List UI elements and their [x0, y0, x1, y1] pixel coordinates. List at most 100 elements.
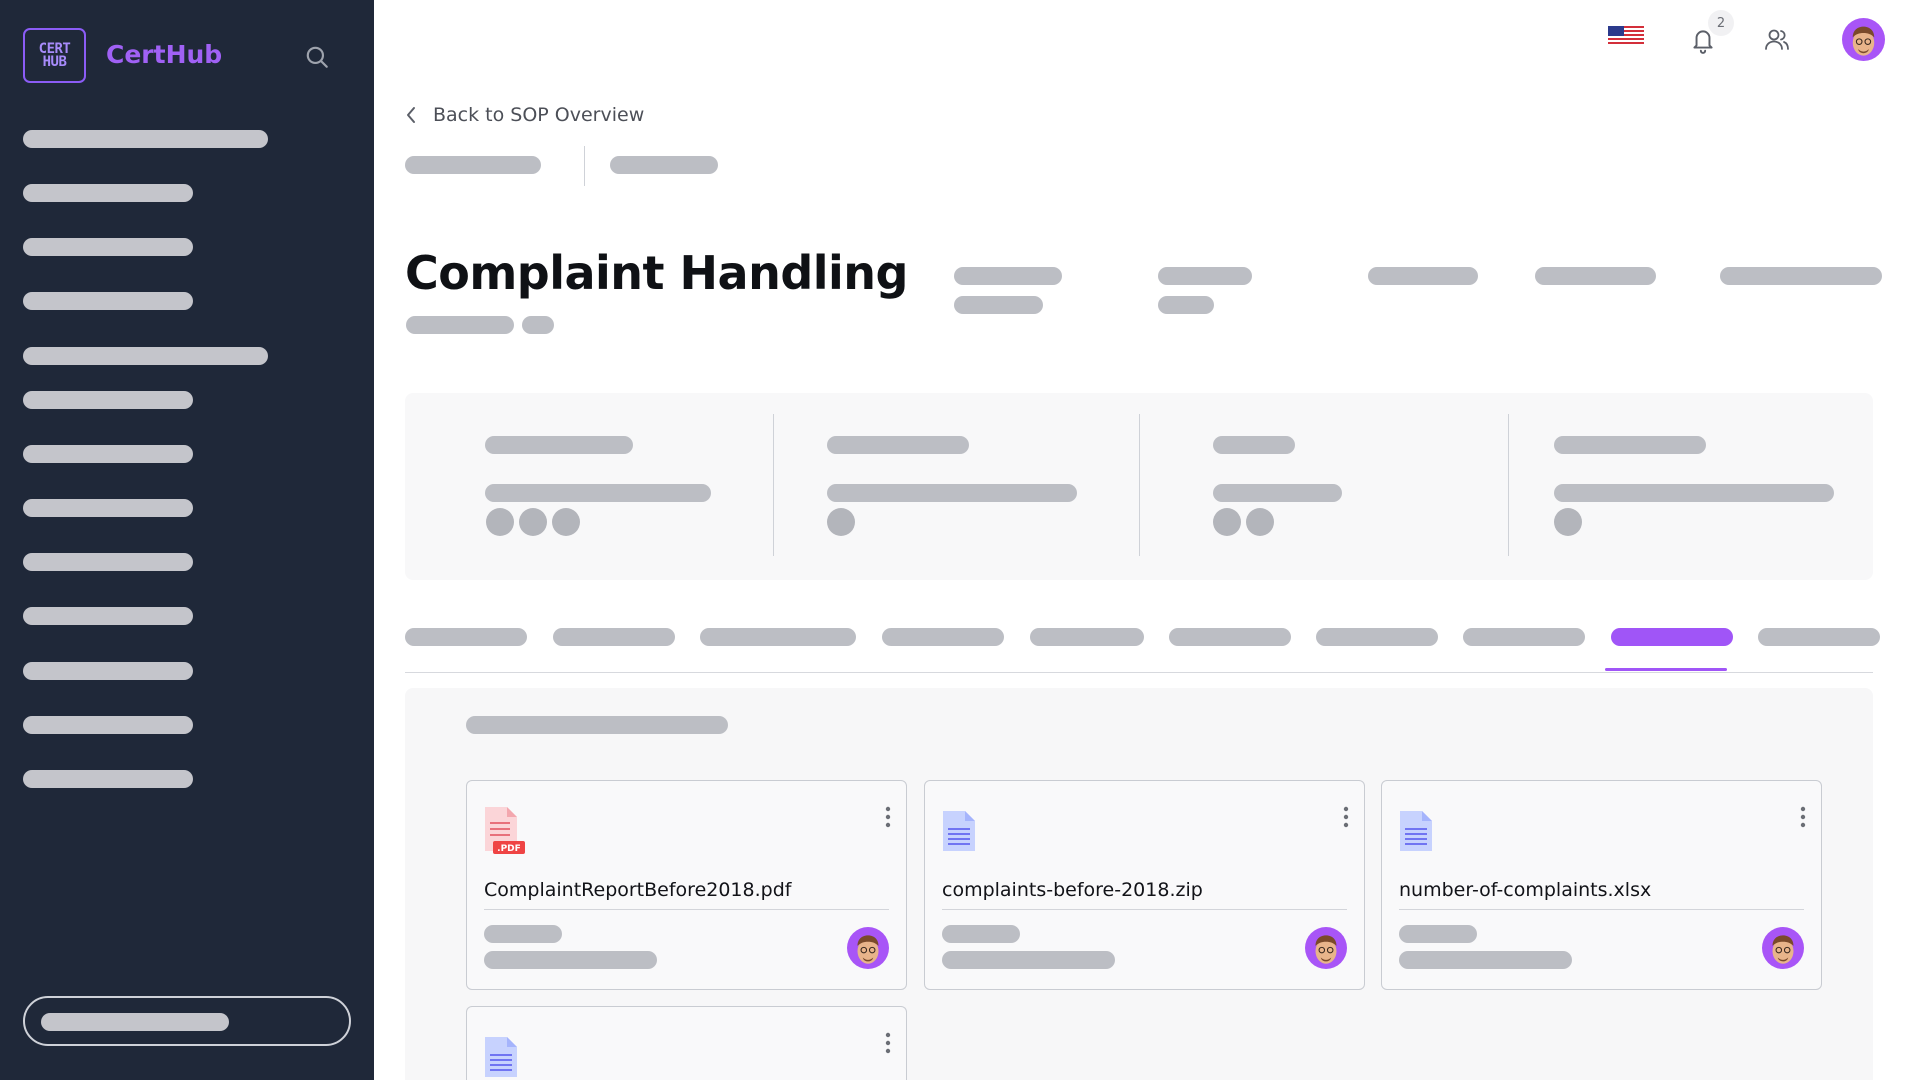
sidebar-item-6[interactable]	[23, 391, 193, 409]
sidebar-item-8[interactable]	[23, 499, 193, 517]
stat2-value	[827, 484, 1077, 502]
uploader-avatar[interactable]	[847, 927, 889, 969]
sidebar-footer-button[interactable]	[23, 996, 351, 1046]
logo-text-bottom: HUB	[42, 53, 67, 70]
stats-divider-2	[1139, 414, 1140, 556]
more-options-icon[interactable]	[884, 1031, 892, 1055]
stats-divider-3	[1508, 414, 1509, 556]
title-sub-placeholder-1	[406, 316, 514, 334]
tab-8[interactable]	[1463, 628, 1585, 646]
file-name[interactable]: complaints-before-2018.zip	[942, 879, 1203, 901]
card-divider	[484, 909, 889, 910]
file-card[interactable]: .PDF ComplaintReportBefore2018.pdf	[466, 780, 907, 990]
sidebar-footer-label-placeholder	[41, 1013, 229, 1031]
file-meta-placeholder-1	[1399, 925, 1477, 943]
stat2-avatar-1	[827, 508, 855, 536]
stat1-avatar-3	[552, 508, 580, 536]
page-title: Complaint Handling	[405, 246, 908, 300]
sidebar-item-9[interactable]	[23, 553, 193, 571]
tab-5[interactable]	[1030, 628, 1144, 646]
tab-6[interactable]	[1169, 628, 1291, 646]
info-col1-label	[954, 267, 1062, 285]
memoji-avatar-icon	[1852, 26, 1875, 56]
sidebar-item-10[interactable]	[23, 607, 193, 625]
tab-3[interactable]	[700, 628, 856, 646]
stat1-avatar-1	[486, 508, 514, 536]
sidebar-item-1[interactable]	[23, 130, 268, 148]
sidebar-item-7[interactable]	[23, 445, 193, 463]
stat4-avatar-1	[1554, 508, 1582, 536]
memoji-avatar-icon	[857, 935, 879, 964]
meta-placeholder-1	[405, 156, 541, 174]
uploader-avatar[interactable]	[1762, 927, 1804, 969]
files-section-heading-placeholder	[466, 716, 728, 734]
tab-4[interactable]	[882, 628, 1004, 646]
card-divider	[1399, 909, 1804, 910]
uploader-avatar[interactable]	[1305, 927, 1347, 969]
app-root: CERT HUB CertHub 2 Back to SOP Overview …	[0, 0, 1920, 1080]
sidebar-item-2[interactable]	[23, 184, 193, 202]
info-col2-label	[1158, 267, 1252, 285]
stat1-avatar-2	[519, 508, 547, 536]
file-meta-placeholder-2	[942, 951, 1115, 969]
more-options-icon[interactable]	[1799, 805, 1807, 829]
sidebar-item-3[interactable]	[23, 238, 193, 256]
title-sub-placeholder-2	[522, 316, 554, 334]
info-col3-label	[1368, 267, 1478, 285]
file-meta-placeholder-2	[1399, 951, 1572, 969]
back-link-label: Back to SOP Overview	[433, 104, 645, 126]
stat3-value	[1213, 484, 1342, 502]
users-icon[interactable]	[1763, 26, 1791, 54]
stat1-value	[485, 484, 711, 502]
stat2-label	[827, 436, 969, 454]
more-options-icon[interactable]	[884, 805, 892, 829]
file-name[interactable]: number-of-complaints.xlsx	[1399, 879, 1651, 901]
tab-10[interactable]	[1758, 628, 1880, 646]
tabs-baseline	[405, 672, 1873, 673]
document-file-icon	[1400, 811, 1432, 851]
file-card[interactable]	[466, 1006, 907, 1080]
info-col1-value	[954, 296, 1043, 314]
app-logo[interactable]: CERT HUB	[23, 28, 86, 83]
tab-files-active[interactable]	[1611, 628, 1733, 646]
tab-1[interactable]	[405, 628, 527, 646]
meta-placeholder-2	[610, 156, 718, 174]
info-col2-value	[1158, 296, 1214, 314]
stat1-label	[485, 436, 633, 454]
back-to-sop-overview-link[interactable]: Back to SOP Overview	[403, 104, 644, 126]
chevron-left-icon	[407, 107, 415, 123]
file-card[interactable]: complaints-before-2018.zip	[924, 780, 1365, 990]
user-avatar[interactable]	[1842, 18, 1885, 61]
search-icon[interactable]	[304, 44, 330, 70]
file-name[interactable]: ComplaintReportBefore2018.pdf	[484, 879, 791, 901]
memoji-avatar-icon	[1315, 935, 1337, 964]
file-meta-placeholder-2	[484, 951, 657, 969]
stats-divider-1	[773, 414, 774, 556]
app-name: CertHub	[106, 40, 223, 69]
tab-2[interactable]	[553, 628, 675, 646]
document-file-icon	[943, 811, 975, 851]
stat4-label	[1554, 436, 1706, 454]
memoji-avatar-icon	[1772, 935, 1794, 964]
info-col4-label	[1535, 267, 1656, 285]
stat4-value	[1554, 484, 1834, 502]
info-col5-label	[1720, 267, 1882, 285]
file-card[interactable]: number-of-complaints.xlsx	[1381, 780, 1822, 990]
sidebar-item-12[interactable]	[23, 716, 193, 734]
sidebar-item-4[interactable]	[23, 292, 193, 310]
card-divider	[942, 909, 1347, 910]
us-flag-icon[interactable]	[1608, 26, 1644, 46]
stat3-avatar-2	[1246, 508, 1274, 536]
notification-count-badge: 2	[1708, 10, 1734, 36]
sidebar-item-13[interactable]	[23, 770, 193, 788]
sidebar-item-11[interactable]	[23, 662, 193, 680]
stat3-avatar-1	[1213, 508, 1241, 536]
active-tab-underline	[1605, 668, 1727, 671]
sidebar-item-5[interactable]	[23, 347, 268, 365]
more-options-icon[interactable]	[1342, 805, 1350, 829]
meta-divider	[584, 146, 585, 186]
tab-7[interactable]	[1316, 628, 1438, 646]
file-meta-placeholder-1	[484, 925, 562, 943]
stat3-label	[1213, 436, 1295, 454]
pdf-file-icon: .PDF	[485, 807, 525, 854]
